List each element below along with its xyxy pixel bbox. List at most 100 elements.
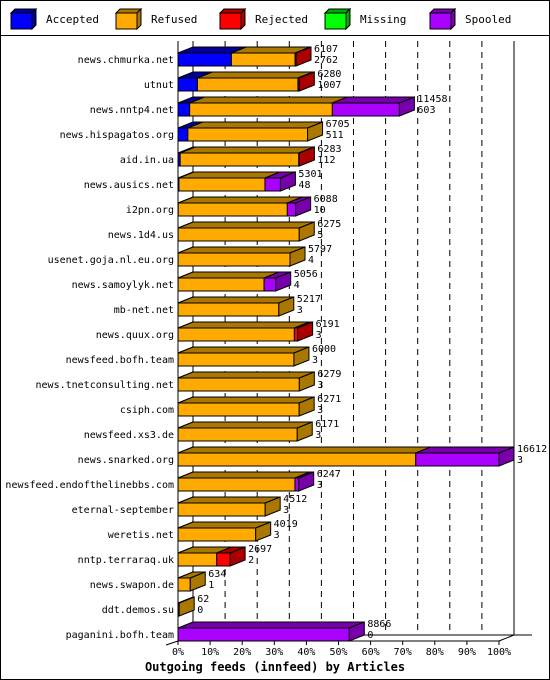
bar-row: 62713 [177, 394, 341, 417]
bar-top-refused [177, 446, 431, 454]
category-label: news.ausics.net [84, 180, 174, 191]
bar-accepted-label: 112 [317, 155, 335, 166]
bar-accepted-label: 3 [317, 480, 323, 491]
x-tick-label: 60% [362, 647, 380, 658]
bar-segment-refused [177, 502, 266, 517]
category-label: aid.in.ua [120, 155, 174, 166]
bar-segment-spooled [263, 277, 277, 292]
bar-total-label: 6705 [326, 119, 350, 130]
bar-accepted-label: 2762 [314, 55, 338, 66]
bar-segment-accepted [177, 102, 191, 117]
axis-stub [165, 640, 179, 646]
bar-accepted-label: 0 [367, 630, 373, 641]
bar-segment-refused [177, 302, 280, 317]
bar-accepted-label: 0 [197, 605, 203, 616]
bar-row: 620 [177, 594, 209, 617]
bar-accepted-label: 1 [208, 580, 214, 591]
bar-total-label: 5797 [308, 244, 332, 255]
bar-row: 6705511 [177, 119, 350, 142]
category-label: utnut [144, 80, 174, 91]
x-tick-label: 40% [297, 647, 315, 658]
bar-row: 62801007 [177, 69, 341, 92]
bar-segment-refused [177, 352, 295, 367]
bar-segment-refused [177, 227, 300, 242]
bars: 6107276262801007114586036705511628311253… [177, 44, 547, 642]
bar-total-label: 634 [208, 569, 226, 580]
x-tick-label: 80% [426, 647, 444, 658]
bar-row: 6341 [177, 569, 226, 592]
bar-accepted-label: 3 [317, 380, 323, 391]
bar-row: 57974 [177, 244, 332, 267]
bar-row: 40193 [177, 519, 298, 542]
bar-total-label: 6191 [316, 319, 340, 330]
bar-top-refused [177, 471, 311, 479]
bar-total-label: 4019 [274, 519, 298, 530]
bar-row: 88660 [177, 619, 391, 642]
bar-top-spooled [415, 446, 515, 454]
bar-top-refused [177, 496, 281, 504]
category-label: news.chmurka.net [78, 55, 174, 66]
x-axis-title: Outgoing feeds (innfeed) by Articles [145, 660, 405, 674]
bar-accepted-label: 3 [274, 530, 280, 541]
bar-total-label: 16612 [517, 444, 547, 455]
bar-accepted-label: 5 [317, 230, 323, 241]
bar-total-label: 6171 [315, 419, 339, 430]
x-tick-label: 10% [201, 647, 219, 658]
bar-row: 530148 [177, 169, 323, 192]
bar-segment-refused [177, 577, 191, 592]
bar-segment-refused [177, 377, 300, 392]
bar-segment-spooled [286, 202, 297, 217]
bar-top-refused [177, 246, 306, 254]
bar-segment-spooled [415, 452, 500, 467]
bar-side [178, 596, 195, 617]
bar-segment-accepted [177, 52, 232, 67]
bar-segment-accepted [177, 127, 189, 142]
bar-segment-spooled [264, 177, 281, 192]
bar-segment-spooled [331, 102, 400, 117]
bar-total-label: 6247 [317, 469, 341, 480]
bar-segment-refused [189, 102, 333, 117]
bar-top-refused [177, 371, 315, 379]
category-label: newsfeed.bofh.team [66, 355, 174, 366]
bar-total-label: 5301 [298, 169, 322, 180]
category-label: news.1d4.us [108, 230, 174, 241]
bar-row: 608810 [177, 194, 338, 217]
category-label: nntp.terraraq.uk [78, 555, 174, 566]
bar-top-refused [177, 296, 294, 304]
bar-row: 62755 [177, 219, 341, 242]
bar-accepted-label: 4 [294, 280, 300, 291]
category-label: newsfeed.xs3.de [84, 430, 174, 441]
category-label: news.samoylyk.net [72, 280, 174, 291]
bar-segment-refused [177, 477, 296, 492]
bar-accepted-label: 10 [314, 205, 326, 216]
bar-total-label: 6107 [314, 44, 338, 55]
bar-top-refused [189, 96, 348, 104]
bar-accepted-label: 3 [517, 455, 523, 466]
x-tick-label: 70% [394, 647, 412, 658]
bar-total-label: 6088 [314, 194, 338, 205]
bar-row: 45123 [177, 494, 307, 517]
bar-total-label: 5217 [297, 294, 321, 305]
bar-total-label: 62 [197, 594, 209, 605]
category-label: usenet.goja.nl.eu.org [48, 255, 174, 266]
bar-top-refused [177, 221, 315, 229]
bar-segment-refused [177, 402, 300, 417]
bar-row: 62793 [177, 369, 341, 392]
bar-segment-spooled [177, 627, 350, 642]
bar-row: 11458603 [177, 94, 448, 117]
bar-total-label: 6283 [317, 144, 341, 155]
bar-top-refused [178, 196, 303, 204]
bar-accepted-label: 603 [417, 105, 435, 116]
bar-segment-refused [177, 452, 417, 467]
bar-top-refused [178, 171, 281, 179]
bar-top-refused [179, 146, 314, 154]
bar-segment-rejected [216, 552, 231, 567]
bar-accepted-label: 2 [248, 555, 254, 566]
bar-accepted-label: 3 [315, 430, 321, 441]
category-label: ddt.demos.su [102, 605, 174, 616]
bar-row: 60003 [177, 344, 336, 367]
bar-accepted-label: 4 [308, 255, 314, 266]
category-label: eternal-september [72, 505, 174, 516]
y-axis-labels: news.chmurka.net utnut news.nntp4.net news.… [5, 55, 174, 641]
bar-accepted-label: 3 [312, 355, 318, 366]
